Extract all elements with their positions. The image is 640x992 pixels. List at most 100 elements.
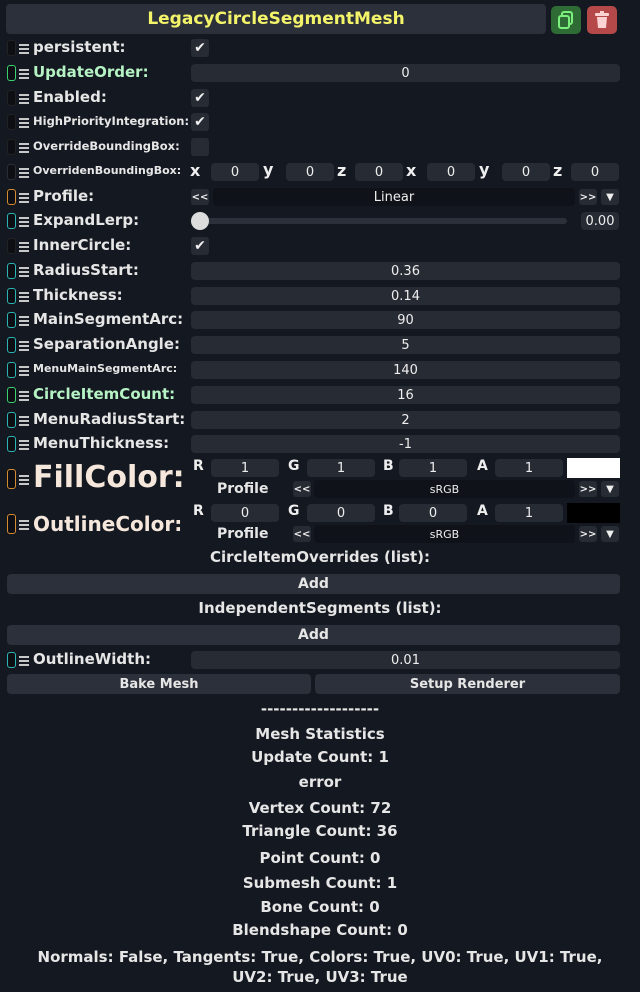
drag-handle[interactable]: [7, 263, 16, 279]
menu-icon[interactable]: [19, 94, 29, 104]
fill-profile-value[interactable]: sRGB: [314, 480, 575, 498]
trash-icon: [595, 11, 609, 28]
bbox-min-z-input[interactable]: 0: [355, 163, 403, 181]
inner-circle-checkbox[interactable]: ✔: [191, 237, 209, 255]
menu-icon[interactable]: [19, 520, 29, 530]
menu-icon[interactable]: [19, 440, 29, 450]
outline-g-input[interactable]: 0: [307, 504, 375, 522]
channel-label: G: [288, 458, 300, 474]
fill-b-input[interactable]: 1: [399, 459, 467, 477]
outline-profile-next-button[interactable]: >>: [579, 526, 597, 542]
fill-r-input[interactable]: 1: [211, 459, 279, 477]
bake-mesh-button[interactable]: Bake Mesh: [7, 674, 311, 694]
drag-handle[interactable]: [7, 114, 16, 130]
field-label: Profile:: [33, 187, 95, 205]
enabled-checkbox[interactable]: ✔: [191, 89, 209, 107]
drag-handle[interactable]: [7, 387, 16, 403]
profile-prev-button[interactable]: <<: [191, 189, 209, 205]
bbox-min-y-input[interactable]: 0: [286, 163, 334, 181]
outline-profile-prev-button[interactable]: <<: [293, 526, 311, 542]
fill-a-input[interactable]: 1: [495, 459, 563, 477]
separation-angle-input[interactable]: 5: [191, 336, 620, 354]
persistent-checkbox[interactable]: ✔: [191, 39, 209, 57]
menu-thickness-input[interactable]: -1: [191, 435, 620, 453]
circle-item-overrides-add-button[interactable]: Add: [7, 574, 620, 594]
outline-profile-dropdown-button[interactable]: ▼: [601, 526, 619, 542]
outline-r-input[interactable]: 0: [211, 504, 279, 522]
high-priority-checkbox[interactable]: ✔: [191, 113, 209, 131]
duplicate-button[interactable]: [551, 6, 581, 34]
stats-bone-count: Bone Count: 0: [260, 898, 380, 916]
radius-start-input[interactable]: 0.36: [191, 262, 620, 280]
independent-segments-add-button[interactable]: Add: [7, 625, 620, 645]
profile-value[interactable]: Linear: [213, 188, 575, 206]
thickness-input[interactable]: 0.14: [191, 287, 620, 305]
profile-next-button[interactable]: >>: [579, 189, 597, 205]
drag-handle[interactable]: [7, 469, 16, 489]
drag-handle[interactable]: [7, 40, 16, 56]
drag-handle[interactable]: [7, 362, 16, 378]
menu-icon[interactable]: [19, 391, 29, 401]
main-segment-arc-input[interactable]: 90: [191, 311, 620, 329]
menu-icon[interactable]: [19, 143, 29, 153]
field-high-priority: HighPriorityIntegration: ✔: [0, 110, 640, 134]
menu-icon[interactable]: [19, 656, 29, 666]
menu-icon[interactable]: [19, 193, 29, 203]
drag-handle[interactable]: [7, 139, 16, 155]
menu-radius-start-input[interactable]: 2: [191, 411, 620, 429]
outline-profile-value[interactable]: sRGB: [314, 525, 575, 543]
menu-icon[interactable]: [19, 69, 29, 79]
drag-handle[interactable]: [7, 164, 16, 180]
delete-button[interactable]: [587, 6, 617, 34]
fill-profile-dropdown-button[interactable]: ▼: [601, 481, 619, 497]
menu-icon[interactable]: [19, 341, 29, 351]
menu-icon[interactable]: [19, 416, 29, 426]
drag-handle[interactable]: [7, 514, 16, 534]
menu-icon[interactable]: [19, 475, 29, 485]
drag-handle[interactable]: [7, 288, 16, 304]
bbox-max-z-input[interactable]: 0: [571, 163, 619, 181]
outline-a-input[interactable]: 1: [495, 504, 563, 522]
drag-handle[interactable]: [7, 213, 16, 229]
drag-handle[interactable]: [7, 65, 16, 81]
outline-width-input[interactable]: 0.01: [191, 651, 620, 669]
drag-handle[interactable]: [7, 337, 16, 353]
menu-icon[interactable]: [19, 366, 29, 376]
update-order-input[interactable]: 0: [191, 64, 620, 82]
fill-profile-prev-button[interactable]: <<: [293, 481, 311, 497]
menu-icon[interactable]: [19, 217, 29, 227]
menu-icon[interactable]: [19, 267, 29, 277]
bbox-max-x-input[interactable]: 0: [427, 163, 475, 181]
menu-icon[interactable]: [19, 242, 29, 252]
expand-lerp-value[interactable]: 0.00: [581, 212, 619, 230]
fill-color-swatch[interactable]: [567, 458, 620, 478]
bbox-min-x-input[interactable]: 0: [211, 163, 259, 181]
drag-handle[interactable]: [7, 312, 16, 328]
menu-main-segment-arc-input[interactable]: 140: [191, 361, 620, 379]
drag-handle[interactable]: [7, 436, 16, 452]
profile-dropdown-button[interactable]: ▼: [601, 189, 619, 205]
circle-item-count-input[interactable]: 16: [191, 386, 620, 404]
menu-icon[interactable]: [19, 118, 29, 128]
slider-thumb[interactable]: [191, 212, 209, 230]
slider-track[interactable]: [200, 218, 567, 224]
drag-handle[interactable]: [7, 238, 16, 254]
outline-color-swatch[interactable]: [567, 503, 620, 523]
menu-icon[interactable]: [19, 316, 29, 326]
fill-profile-next-button[interactable]: >>: [579, 481, 597, 497]
channel-label: R: [193, 503, 204, 519]
override-bbox-checkbox[interactable]: [191, 138, 209, 156]
component-header: LegacyCircleSegmentMesh: [6, 4, 546, 34]
menu-icon[interactable]: [19, 44, 29, 54]
fill-g-input[interactable]: 1: [307, 459, 375, 477]
drag-handle[interactable]: [7, 412, 16, 428]
outline-b-input[interactable]: 0: [399, 504, 467, 522]
drag-handle[interactable]: [7, 652, 16, 668]
setup-renderer-button[interactable]: Setup Renderer: [315, 674, 620, 694]
bbox-max-y-input[interactable]: 0: [502, 163, 550, 181]
drag-handle[interactable]: [7, 90, 16, 106]
channel-label: B: [383, 458, 394, 474]
drag-handle[interactable]: [7, 189, 16, 205]
menu-icon[interactable]: [19, 292, 29, 302]
menu-icon[interactable]: [19, 168, 29, 178]
